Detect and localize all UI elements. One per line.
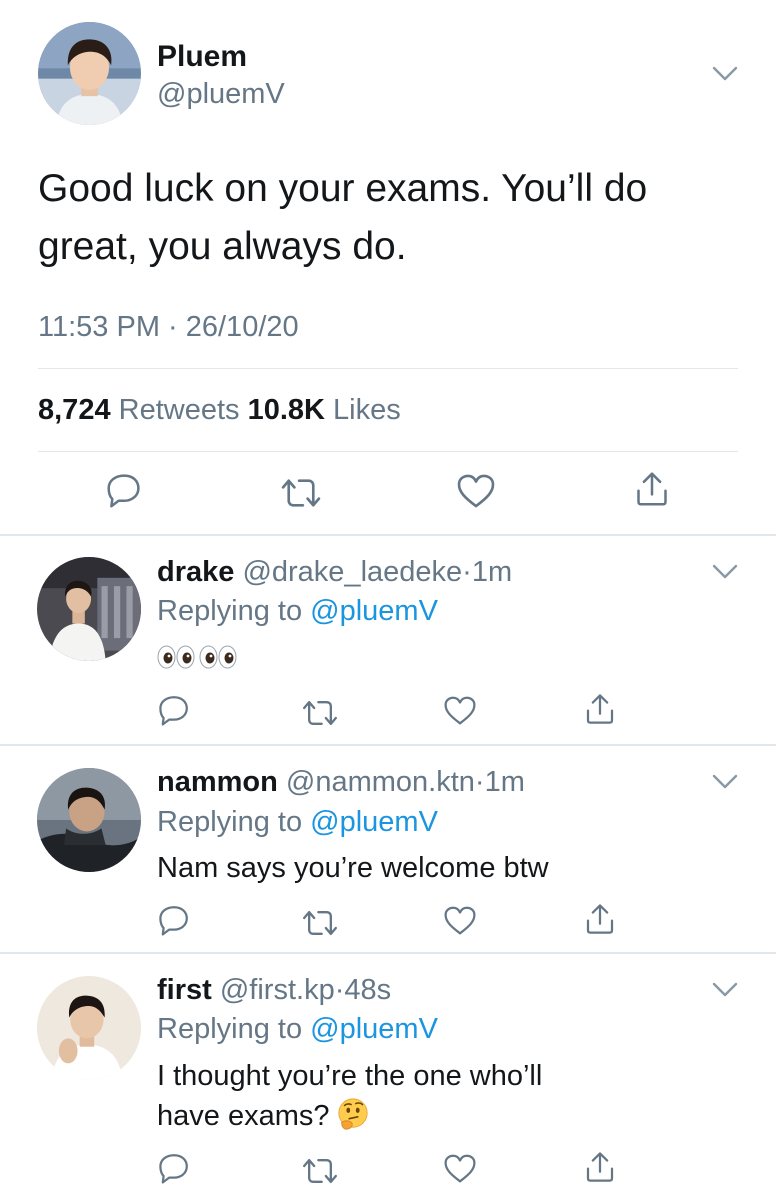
retweets-count[interactable]: 8,724 [38,394,111,426]
user-handle[interactable]: @pluemV [157,78,285,111]
reply-tweet[interactable]: nammon @nammon.ktn·1m Replying to @pluem… [0,746,776,952]
avatar[interactable] [38,22,141,125]
user-handle[interactable]: @nammon.ktn [286,766,475,798]
share-icon[interactable] [584,902,616,936]
avatar[interactable] [37,976,141,1080]
reply-time: 1m [471,556,513,588]
retweet-icon[interactable] [300,1156,340,1186]
mention-link[interactable]: @pluemV [310,1013,438,1045]
share-icon[interactable] [584,692,616,726]
separator-dot: · [334,974,345,1006]
reply-icon[interactable] [158,694,190,726]
user-name[interactable]: first [157,974,212,1006]
avatar[interactable] [37,768,141,872]
share-icon[interactable] [634,470,670,508]
reply-header: first @first.kp·48s [157,974,391,1007]
tweet-text: Good luck on your exams. You’ll do great… [38,167,648,268]
reply-header: drake @drake_laedeke·1m [157,556,512,589]
avatar[interactable] [37,557,141,661]
retweet-icon[interactable] [300,908,340,938]
separator-dot: · [462,556,472,588]
user-handle[interactable]: @drake_laedeke [242,556,462,588]
replying-to-label: Replying to [157,806,303,838]
chevron-down-icon[interactable] [712,66,738,82]
reply-time: 48s [344,974,392,1006]
user-handle[interactable]: @first.kp [220,974,335,1006]
reply-time: 1m [484,766,525,798]
reply-tweet[interactable]: first @first.kp·48s Replying to @pluemV … [0,954,776,1200]
replying-to: Replying to @pluemV [157,806,438,839]
replying-to-label: Replying to [157,595,303,627]
reply-icon[interactable] [158,904,190,936]
main-tweet: Pluem @pluemV Good luck on your exams. Y… [0,0,776,535]
heart-icon[interactable] [457,474,495,508]
tweet-timestamp: 11:53 PM · 26/10/20 [38,311,299,343]
chevron-down-icon[interactable] [712,982,738,998]
reply-text: Nam says you’re welcome btw [157,852,549,884]
replying-to-label: Replying to [157,1013,303,1045]
heart-icon[interactable] [444,1154,476,1183]
chevron-down-icon[interactable] [712,774,738,790]
heart-icon[interactable] [444,696,476,725]
share-icon[interactable] [584,1150,616,1184]
likes-label[interactable]: Likes [333,394,401,426]
likes-count[interactable]: 10.8K [248,394,325,426]
eyes-emoji [157,645,237,669]
tweet-stats: 8,724 Retweets 10.8K Likes [38,394,401,427]
user-name[interactable]: drake [157,556,234,588]
chevron-down-icon[interactable] [712,564,738,580]
reply-text: I thought you’re the one who’ll have exa… [157,1056,717,1136]
reply-text-line: have exams? [157,1096,717,1136]
reply-text-line: I thought you’re the one who’ll [157,1060,543,1092]
user-name[interactable]: nammon [157,766,278,798]
retweet-icon[interactable] [278,476,324,510]
divider [38,368,738,369]
separator-dot: · [474,766,485,798]
divider [38,451,738,452]
retweets-label[interactable]: Retweets [119,394,240,426]
reply-header: nammon @nammon.ktn·1m [157,766,525,799]
replying-to: Replying to @pluemV [157,1013,438,1046]
mention-link[interactable]: @pluemV [310,595,438,627]
reply-icon[interactable] [158,1152,190,1184]
reply-icon[interactable] [106,472,142,508]
reply-tweet[interactable]: drake @drake_laedeke·1m Replying to @plu… [0,536,776,744]
thinking-face-emoji [336,1097,370,1131]
mention-link[interactable]: @pluemV [310,806,438,838]
retweet-icon[interactable] [300,698,340,728]
user-name[interactable]: Pluem [157,40,247,74]
replying-to: Replying to @pluemV [157,595,438,628]
heart-icon[interactable] [444,906,476,935]
